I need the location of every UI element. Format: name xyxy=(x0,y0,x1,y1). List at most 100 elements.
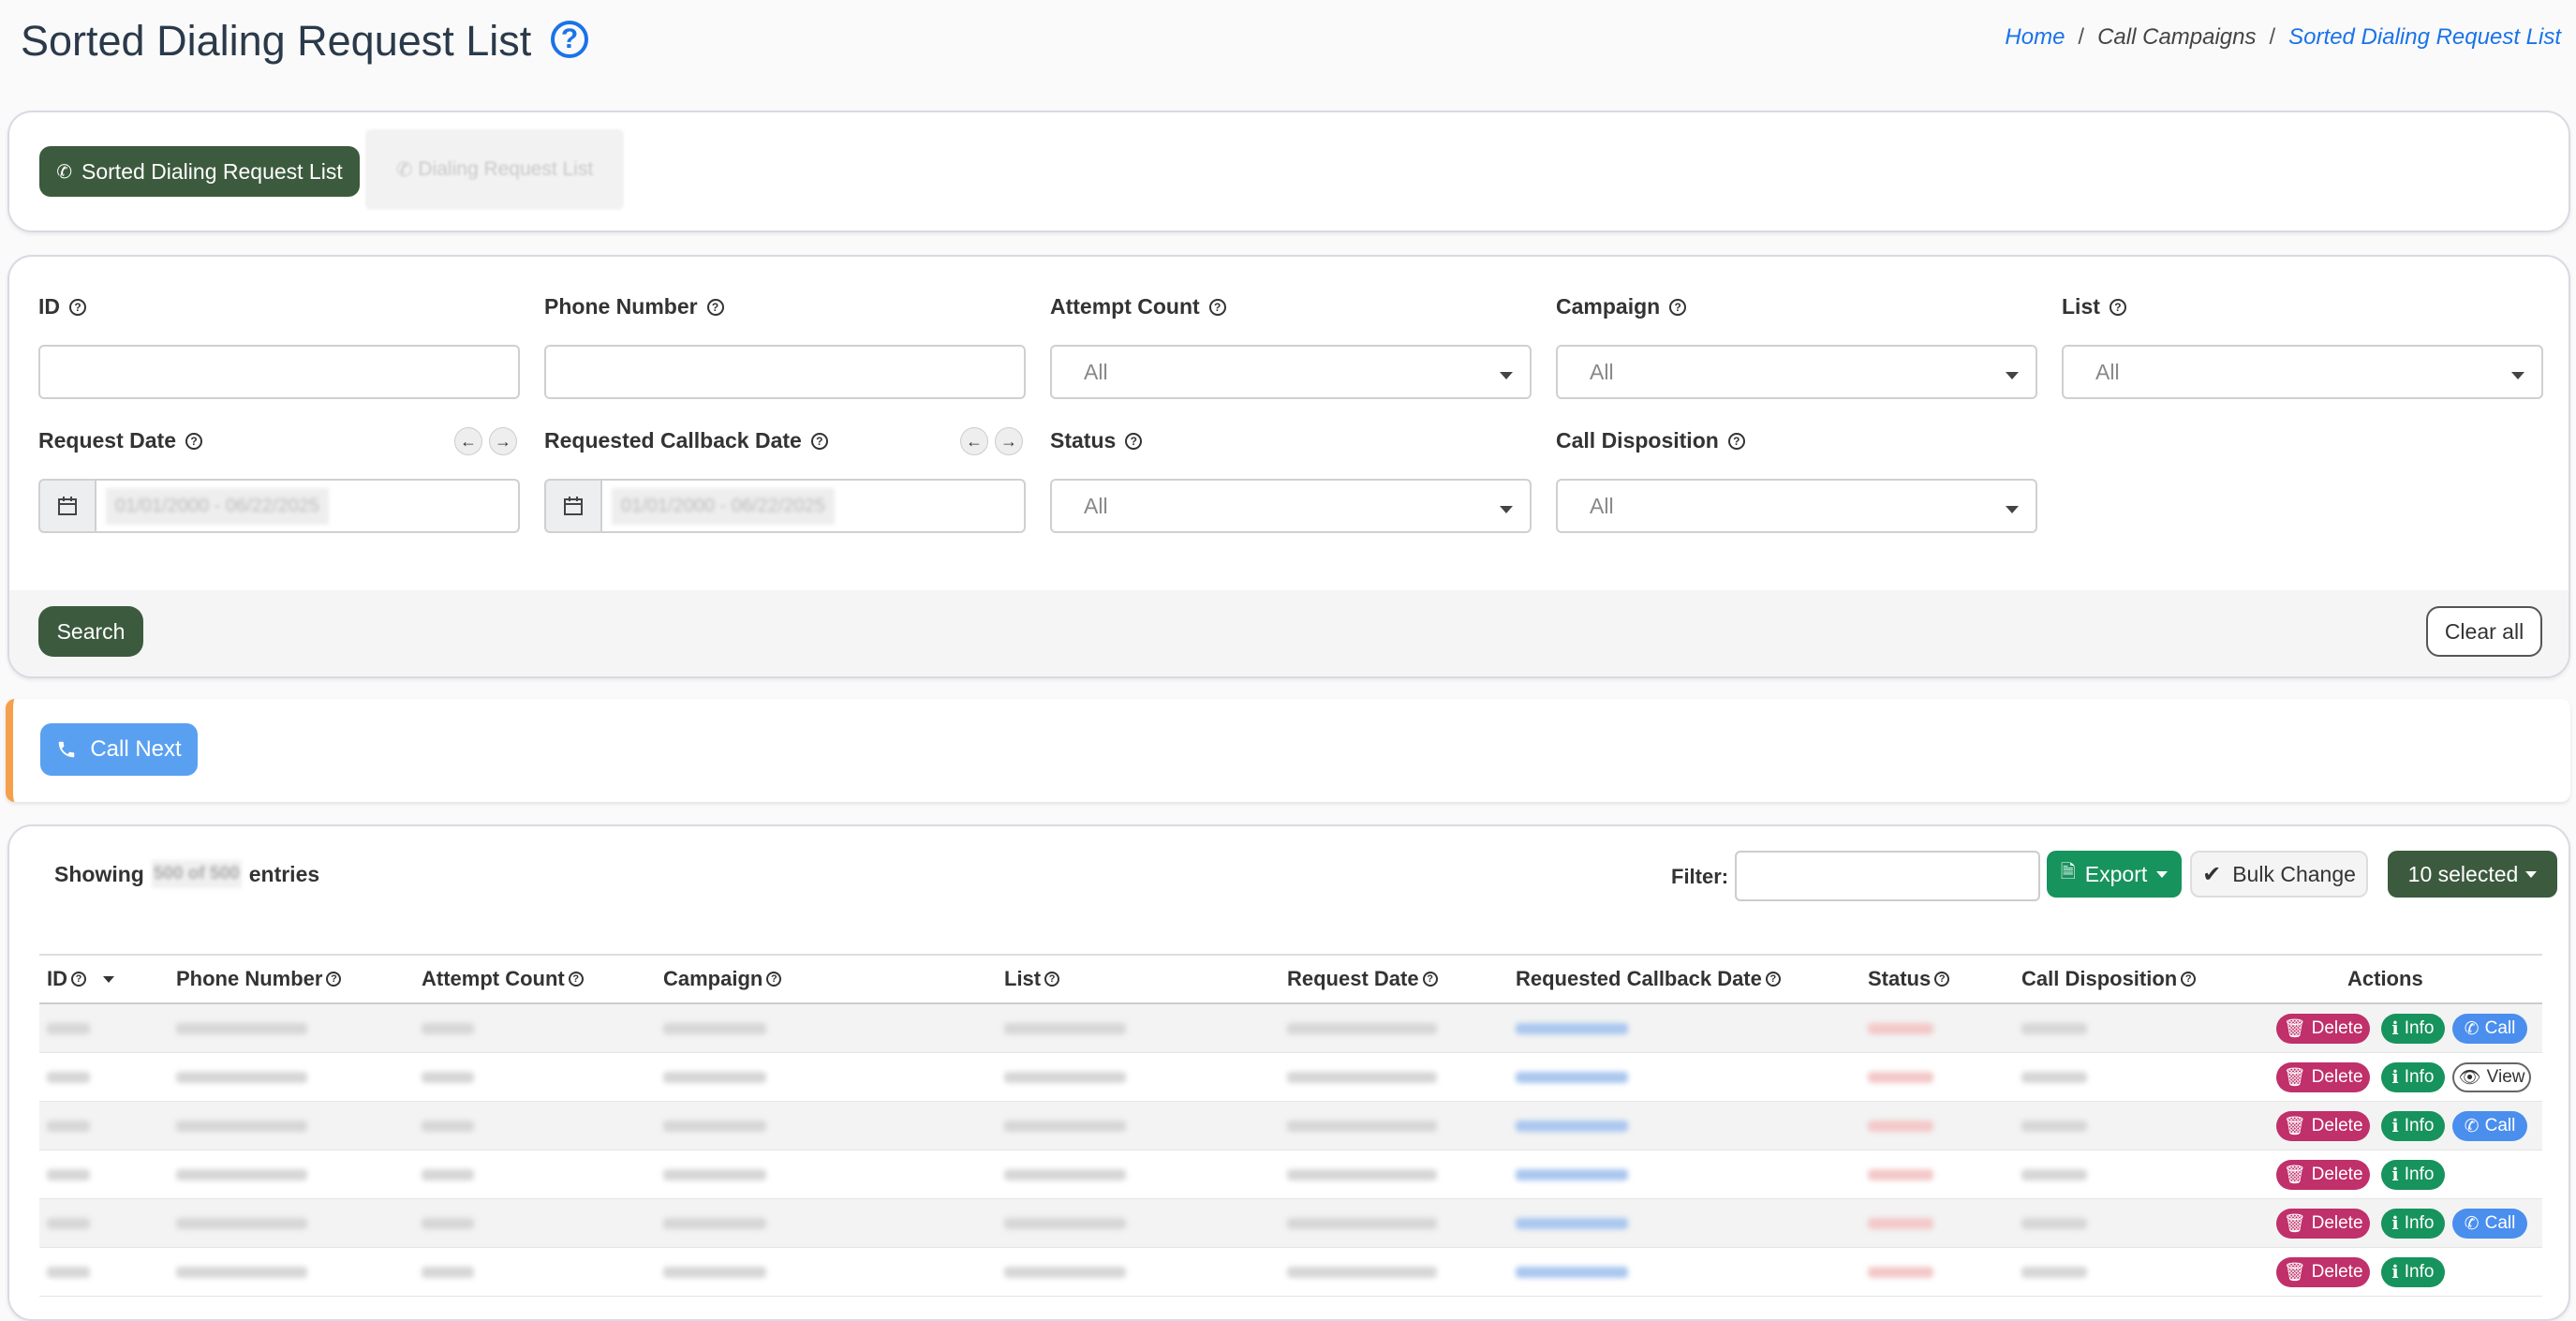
table-cell xyxy=(1516,1218,1628,1229)
info-button[interactable]: ℹ Info xyxy=(2381,1111,2445,1141)
call-button[interactable]: ✆ Call xyxy=(2452,1209,2527,1239)
list-select[interactable]: All xyxy=(2062,345,2543,399)
phone-number-input[interactable] xyxy=(544,345,1026,399)
clear-all-button[interactable]: Clear all xyxy=(2426,606,2542,657)
info-button[interactable]: ℹ Info xyxy=(2381,1062,2445,1092)
table-cell xyxy=(1004,1023,1126,1034)
requested-callback-date-label: Requested Callback Date? xyxy=(544,428,828,453)
call-next-button[interactable]: Call Next xyxy=(40,723,198,776)
status-select[interactable]: All xyxy=(1050,479,1532,533)
question-icon[interactable]: ? xyxy=(1765,972,1781,987)
question-icon[interactable]: ? xyxy=(1044,972,1060,987)
info-button[interactable]: ℹ Info xyxy=(2381,1257,2445,1287)
table-cell xyxy=(2021,1023,2087,1034)
trash-icon: 🗑 xyxy=(2283,1263,2306,1283)
arrow-left-icon[interactable]: ← xyxy=(454,427,482,455)
question-icon[interactable]: ? xyxy=(69,298,86,316)
col-call-disposition[interactable]: Call Disposition? xyxy=(2021,967,2197,991)
status-label: Status? xyxy=(1050,428,1143,453)
campaign-label: Campaign? xyxy=(1556,294,1687,319)
table-row[interactable]: 🗑 Delete ℹ Info 👁 View xyxy=(39,1053,2542,1102)
info-button[interactable]: ℹ Info xyxy=(2381,1160,2445,1190)
call-button[interactable]: ✆ Call xyxy=(2452,1111,2527,1141)
table-cell xyxy=(176,1121,307,1132)
selected-columns-button[interactable]: 10 selected xyxy=(2388,851,2557,898)
table-cell xyxy=(176,1169,307,1180)
question-icon[interactable]: ? xyxy=(706,298,724,316)
question-icon[interactable]: ? xyxy=(810,432,828,450)
phone-icon: ✆ xyxy=(56,161,73,183)
table-cell xyxy=(1004,1218,1126,1229)
table-cell xyxy=(1287,1218,1437,1229)
table-cell xyxy=(1287,1267,1437,1278)
breadcrumb-home[interactable]: Home xyxy=(2005,24,2065,50)
table-row[interactable]: 🗑 Delete ℹ Info ✆ Call xyxy=(39,1199,2542,1248)
attempt-count-select[interactable]: All xyxy=(1050,345,1532,399)
table-cell xyxy=(422,1169,474,1180)
question-icon[interactable]: ? xyxy=(766,972,782,987)
arrow-right-icon[interactable]: → xyxy=(995,427,1023,455)
help-icon[interactable]: ? xyxy=(551,21,588,58)
table-cell xyxy=(1516,1121,1628,1132)
col-phone-number[interactable]: Phone Number? xyxy=(176,967,342,991)
calendar-icon[interactable] xyxy=(38,479,95,533)
delete-button[interactable]: 🗑 Delete xyxy=(2276,1014,2370,1044)
delete-button[interactable]: 🗑 Delete xyxy=(2276,1209,2370,1239)
campaign-select[interactable]: All xyxy=(1556,345,2037,399)
table-row[interactable]: 🗑 Delete ℹ Info ✆ Call xyxy=(39,1102,2542,1150)
arrow-left-icon[interactable]: ← xyxy=(960,427,988,455)
page-title: Sorted Dialing Request List xyxy=(21,17,532,65)
view-button[interactable]: 👁 View xyxy=(2452,1062,2531,1092)
call-disposition-select[interactable]: All xyxy=(1556,479,2037,533)
callback-date-input[interactable]: 01/01/2000 - 06/22/2025 xyxy=(600,479,1026,533)
question-icon[interactable]: ? xyxy=(2109,298,2126,316)
table-row[interactable]: 🗑 Delete ℹ Info xyxy=(39,1150,2542,1199)
col-list[interactable]: List? xyxy=(1004,967,1060,991)
question-icon[interactable]: ? xyxy=(71,972,86,987)
table-row[interactable]: 🗑 Delete ℹ Info xyxy=(39,1248,2542,1297)
chevron-down-icon xyxy=(2525,870,2538,878)
col-campaign[interactable]: Campaign? xyxy=(663,967,782,991)
table-filter-input[interactable] xyxy=(1735,851,2040,901)
question-icon[interactable]: ? xyxy=(1208,298,1226,316)
question-icon[interactable]: ? xyxy=(1669,298,1687,316)
tab-dialing-request-list[interactable]: ✆ Dialing Request List xyxy=(365,129,624,210)
sort-down-icon[interactable] xyxy=(103,975,114,983)
delete-button[interactable]: 🗑 Delete xyxy=(2276,1257,2370,1287)
search-button[interactable]: Search xyxy=(38,606,143,657)
bulk-change-button[interactable]: ✔ Bulk Change xyxy=(2190,851,2368,898)
info-button[interactable]: ℹ Info xyxy=(2381,1014,2445,1044)
info-icon: ℹ xyxy=(2391,1067,2399,1088)
delete-button[interactable]: 🗑 Delete xyxy=(2276,1111,2370,1141)
col-id[interactable]: ID? xyxy=(47,967,114,991)
info-button[interactable]: ℹ Info xyxy=(2381,1209,2445,1239)
delete-button[interactable]: 🗑 Delete xyxy=(2276,1062,2370,1092)
call-button[interactable]: ✆ Call xyxy=(2452,1014,2527,1044)
question-icon[interactable]: ? xyxy=(326,972,342,987)
question-icon[interactable]: ? xyxy=(185,432,202,450)
col-status[interactable]: Status? xyxy=(1868,967,1950,991)
check-icon: ✔ xyxy=(2202,861,2222,887)
arrow-right-icon[interactable]: → xyxy=(489,427,517,455)
export-button[interactable]: 🗎 Export xyxy=(2047,851,2182,898)
breadcrumb-current[interactable]: Sorted Dialing Request List xyxy=(2288,24,2561,50)
col-attempt-count[interactable]: Attempt Count? xyxy=(422,967,584,991)
tab-sorted-dialing-request-list[interactable]: ✆ Sorted Dialing Request List xyxy=(39,146,360,197)
table-cell xyxy=(1516,1072,1628,1083)
table-cell xyxy=(176,1072,307,1083)
request-date-input[interactable]: 01/01/2000 - 06/22/2025 xyxy=(95,479,520,533)
question-icon[interactable]: ? xyxy=(568,972,584,987)
table-row[interactable]: 🗑 Delete ℹ Info ✆ Call xyxy=(39,1004,2542,1053)
question-icon[interactable]: ? xyxy=(1934,972,1950,987)
delete-button[interactable]: 🗑 Delete xyxy=(2276,1160,2370,1190)
calendar-icon[interactable] xyxy=(544,479,600,533)
col-request-date[interactable]: Request Date? xyxy=(1287,967,1438,991)
trash-icon: 🗑 xyxy=(2283,1068,2306,1088)
col-requested-callback-date[interactable]: Requested Callback Date? xyxy=(1516,967,1781,991)
question-icon[interactable]: ? xyxy=(1727,432,1745,450)
question-icon[interactable]: ? xyxy=(2181,972,2197,987)
id-input[interactable] xyxy=(38,345,520,399)
chevron-down-icon xyxy=(2006,372,2019,379)
question-icon[interactable]: ? xyxy=(1422,972,1438,987)
question-icon[interactable]: ? xyxy=(1125,432,1143,450)
